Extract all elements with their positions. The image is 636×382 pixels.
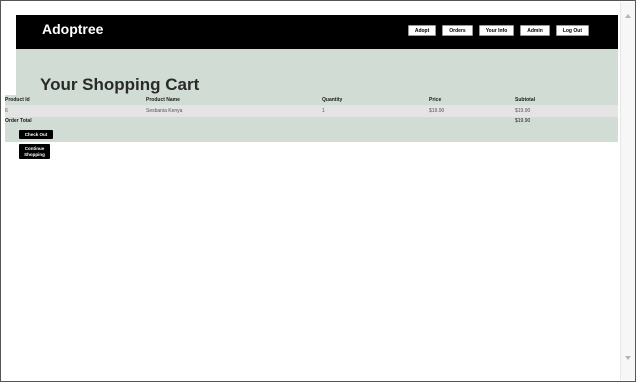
page-title: Your Shopping Cart [40,75,200,94]
table-row: 6 Sesbania Kenya 1 $19.90 $19.90 [5,105,618,117]
continue-label-line2: Shopping [24,151,45,157]
column-header-product-id: Product Id [5,97,30,103]
cart-actions: Check Out [5,126,618,142]
cell-quantity: 1 [322,108,325,114]
column-header-subtotal: Subtotal [515,97,535,103]
cell-product-name: Sesbania Kenya [146,108,183,114]
vertical-scrollbar[interactable] [620,2,635,380]
continue-shopping-button[interactable]: Continue Shopping [19,144,50,159]
order-total-row: Order Total $19.90 [5,117,618,126]
column-header-price: Price [429,97,442,103]
cart-header-row: Product Id Product Name Quantity Price S… [5,95,618,105]
browser-frame: Adoptree Adopt Orders Your Info Admin Lo… [0,0,636,382]
order-total-value: $19.90 [515,118,531,124]
cell-subtotal: $19.90 [515,108,531,114]
nav-buttons: Adopt Orders Your Info Admin Log Out [407,25,589,36]
cart-table: Product Id Product Name Quantity Price S… [5,95,618,126]
nav-orders-button[interactable]: Orders [442,25,473,36]
column-header-quantity: Quantity [322,97,343,103]
nav-admin-button[interactable]: Admin [520,25,550,36]
scroll-down-icon[interactable] [625,356,631,360]
order-total-label: Order Total [5,118,32,124]
page-banner: Your Shopping Cart [16,49,618,95]
nav-adopt-button[interactable]: Adopt [407,25,437,36]
checkout-button[interactable]: Check Out [19,130,53,139]
cell-product-id: 6 [5,108,8,114]
brand-logo[interactable]: Adoptree [42,21,103,37]
column-header-product-name: Product Name [146,97,180,103]
nav-your-info-button[interactable]: Your Info [478,25,515,36]
top-navbar: Adoptree Adopt Orders Your Info Admin Lo… [16,15,618,49]
scroll-up-icon[interactable] [625,14,631,18]
nav-logout-button[interactable]: Log Out [555,25,589,36]
cell-price: $19.90 [429,108,445,114]
